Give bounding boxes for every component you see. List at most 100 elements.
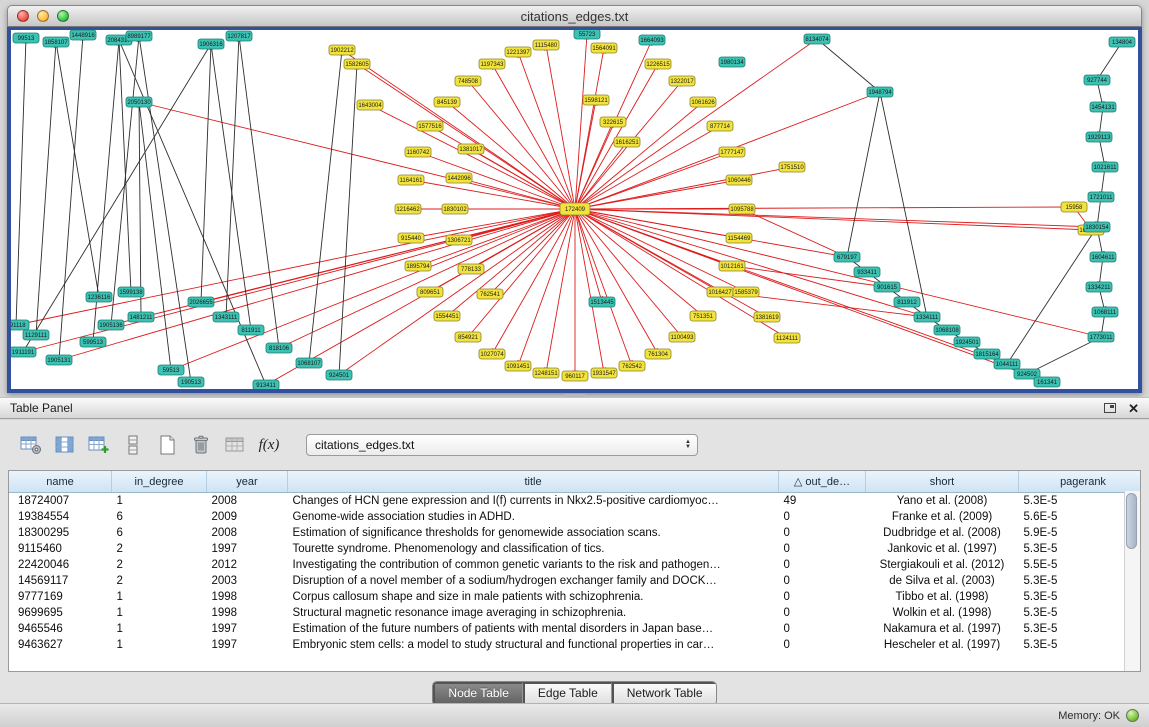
graph-node[interactable]: 778133 (458, 264, 484, 274)
table-row[interactable]: 911546021997Tourette syndrome. Phenomeno… (9, 541, 1141, 557)
table-row[interactable]: 946554611997Estimation of the future num… (9, 621, 1141, 637)
graph-node[interactable]: 927744 (1084, 75, 1110, 85)
graph-node[interactable]: 1091451 (505, 361, 531, 371)
graph-node[interactable]: 809651 (417, 287, 443, 297)
column-header-year[interactable]: year (207, 471, 288, 493)
graph-node[interactable]: 748508 (455, 76, 481, 86)
table-scrollbar[interactable] (1124, 491, 1140, 671)
graph-node[interactable]: 1016427 (707, 287, 733, 297)
graph-node[interactable]: 1948794 (867, 87, 893, 97)
close-window-button[interactable] (17, 10, 29, 22)
graph-node[interactable]: 8134074 (804, 34, 830, 44)
graph-node[interactable]: 1027074 (479, 349, 505, 359)
graph-node[interactable]: 1164161 (398, 175, 424, 185)
table-row[interactable]: 1456911722003Disruption of a novel membe… (9, 573, 1141, 589)
window-titlebar[interactable]: citations_edges.txt (7, 5, 1142, 27)
graph-node[interactable]: 1012161 (719, 261, 745, 271)
graph-node[interactable]: 99513 (13, 33, 39, 43)
graph-node[interactable]: 924501 (326, 370, 352, 380)
table-options-icon[interactable] (16, 432, 46, 458)
network-canvas[interactable]: 1115480122139711973437485088451391577516… (11, 30, 1138, 389)
graph-node[interactable]: 1322017 (669, 76, 695, 86)
row-tools-icon[interactable] (118, 432, 148, 458)
graph-node[interactable]: 190513 (178, 377, 204, 387)
graph-node[interactable]: 1207817 (226, 31, 252, 41)
table-row[interactable]: 969969511998Structural magnetic resonanc… (9, 605, 1141, 621)
graph-node[interactable]: 1582605 (344, 59, 370, 69)
table-row[interactable]: 946362711997Embryonic stem cells: a mode… (9, 637, 1141, 653)
graph-node[interactable]: 1643004 (357, 100, 383, 110)
graph-node[interactable]: 1442096 (446, 173, 472, 183)
zoom-window-button[interactable] (57, 10, 69, 22)
graph-node[interactable]: 1924501 (954, 337, 980, 347)
graph-node[interactable]: 1334211 (1086, 282, 1112, 292)
table-row[interactable]: 2242004622012Investigating the contribut… (9, 557, 1141, 573)
graph-node[interactable]: 1306721 (446, 235, 472, 245)
graph-node[interactable]: 877714 (707, 121, 733, 131)
graph-node[interactable]: 15958 (1061, 202, 1087, 212)
graph-node[interactable]: 762542 (619, 361, 645, 371)
graph-node[interactable]: 1773011 (1088, 332, 1114, 342)
graph-node[interactable]: 1154469 (726, 233, 752, 243)
graph-node[interactable]: 1343111 (213, 312, 239, 322)
graph-node[interactable]: 1577516 (417, 121, 443, 131)
graph-node[interactable]: 1481211 (128, 312, 154, 322)
graph-node[interactable]: 1448916 (70, 30, 96, 40)
graph-node[interactable]: 1454131 (1090, 102, 1116, 112)
graph-node[interactable]: 1931547 (591, 368, 617, 378)
table-row[interactable]: 1830029562008Estimation of significance … (9, 525, 1141, 541)
graph-node[interactable]: 1858107 (43, 37, 69, 47)
column-header-short[interactable]: short (866, 471, 1019, 493)
graph-node[interactable]: 915440 (398, 233, 424, 243)
graph-node[interactable]: 1216462 (395, 204, 421, 214)
graph-node[interactable]: 960117 (562, 371, 588, 381)
tab-node-table[interactable]: Node Table (433, 682, 523, 705)
graph-node[interactable]: 1911191 (11, 347, 36, 357)
table-scrollbar-thumb[interactable] (1126, 493, 1137, 549)
graph-node[interactable]: 1068108 (934, 325, 960, 335)
import-table-icon[interactable] (220, 432, 250, 458)
graph-node[interactable]: 1068107 (296, 358, 322, 368)
graph-node[interactable]: 55723 (574, 30, 600, 39)
graph-node[interactable]: 1044111 (994, 359, 1020, 369)
graph-node[interactable]: 1381619 (754, 312, 780, 322)
column-header-in_degree[interactable]: in_degree (112, 471, 207, 493)
graph-node[interactable]: 1599138 (118, 287, 144, 297)
graph-node[interactable]: 751351 (690, 311, 716, 321)
graph-node[interactable]: 1815164 (974, 349, 1000, 359)
graph-node[interactable]: 1598121 (583, 95, 609, 105)
graph-node[interactable]: 161341 (1034, 377, 1060, 387)
graph-node[interactable]: 1905136 (98, 320, 124, 330)
graph-node[interactable]: 1197343 (479, 59, 505, 69)
graph-node[interactable]: 1021611 (1092, 162, 1118, 172)
function-builder-icon[interactable]: f(x) (254, 432, 284, 458)
graph-node[interactable]: 1751510 (779, 162, 805, 172)
graph-node[interactable]: 913411 (253, 380, 279, 389)
column-header-name[interactable]: name (9, 471, 112, 493)
graph-node[interactable]: 1895794 (405, 261, 431, 271)
column-header-out_degree[interactable]: △ out_de… (779, 471, 866, 493)
graph-node[interactable]: 761304 (645, 349, 671, 359)
graph-node[interactable]: 1554451 (434, 311, 460, 321)
graph-node[interactable]: 59513 (158, 365, 184, 375)
graph-node[interactable]: 1236116 (86, 292, 112, 302)
column-header-pagerank[interactable]: pagerank (1019, 471, 1142, 493)
graph-node[interactable]: 1160742 (405, 147, 431, 157)
graph-node[interactable]: 1334111 (914, 312, 940, 322)
table-row[interactable]: 1872400712008Changes of HCN gene express… (9, 493, 1141, 509)
graph-node[interactable]: 1830154 (1084, 222, 1110, 232)
graph-node[interactable]: 1221397 (505, 47, 531, 57)
new-document-icon[interactable] (152, 432, 182, 458)
graph-node[interactable]: 1381017 (458, 144, 484, 154)
graph-node[interactable]: 854921 (455, 332, 481, 342)
graph-node[interactable]: 845139 (434, 97, 460, 107)
graph-node[interactable]: 1906316 (198, 39, 224, 49)
graph-node[interactable]: 811912 (894, 297, 920, 307)
close-panel-icon[interactable]: ✕ (1128, 402, 1139, 415)
table-row[interactable]: 977716911998Corpus callosum shape and si… (9, 589, 1141, 605)
graph-node[interactable]: 1226515 (645, 59, 671, 69)
graph-node[interactable]: 1248151 (533, 368, 559, 378)
graph-node[interactable]: 1929113 (1086, 132, 1112, 142)
tab-edge-table[interactable]: Edge Table (523, 682, 612, 705)
column-visibility-icon[interactable] (50, 432, 80, 458)
